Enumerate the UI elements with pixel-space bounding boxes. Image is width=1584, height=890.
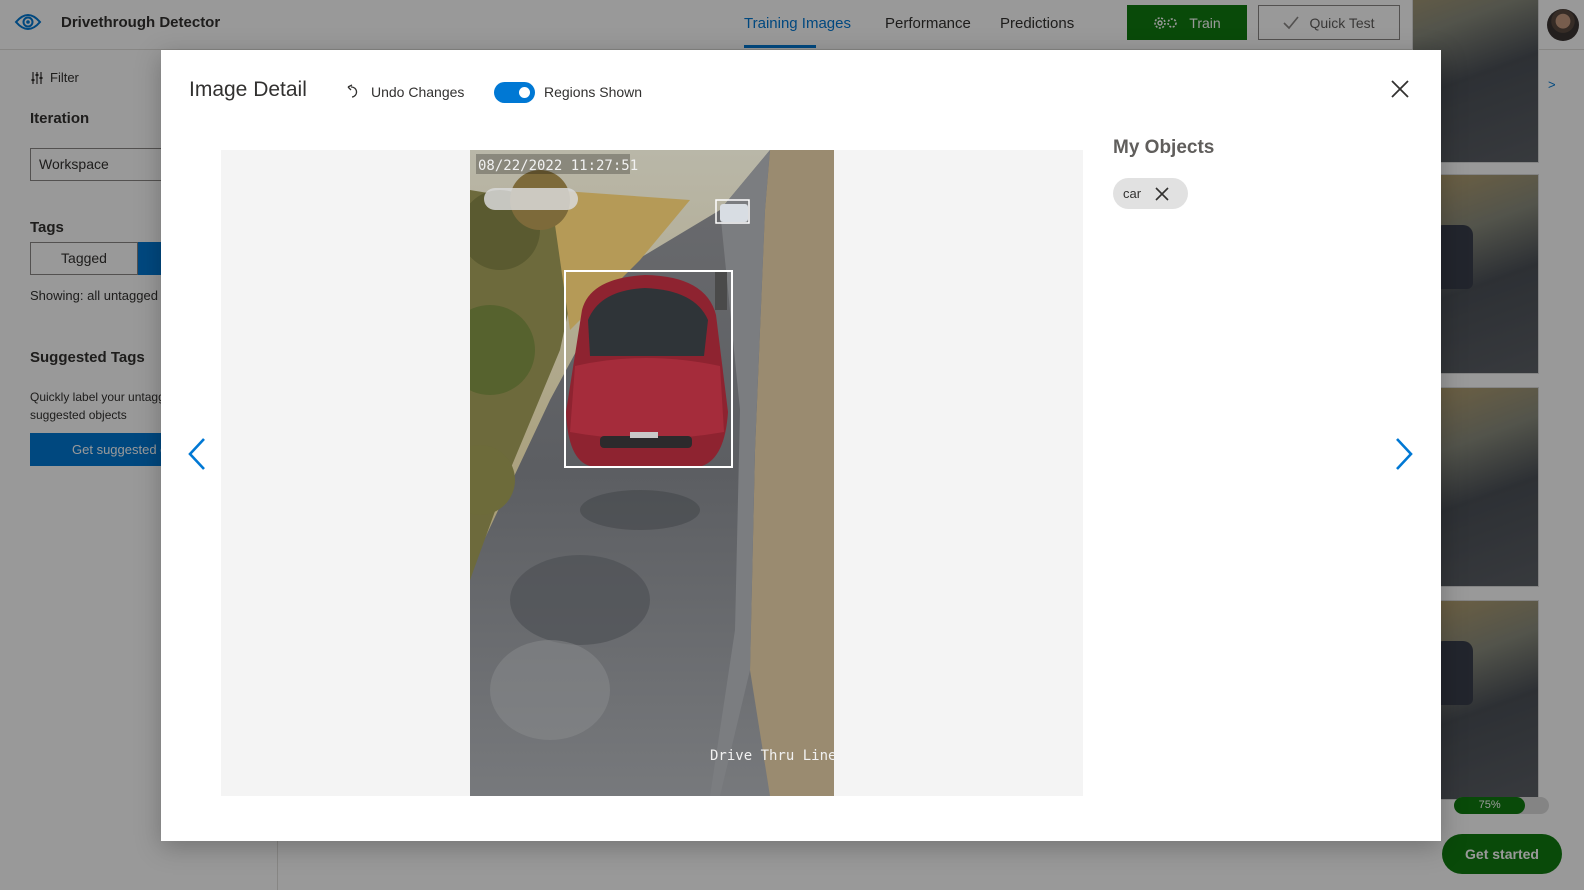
image-caption: Drive Thru Line: [710, 748, 834, 764]
next-image-arrow-icon[interactable]: [1394, 437, 1414, 471]
toggle-knob: [519, 87, 530, 98]
undo-label: Undo Changes: [371, 84, 465, 100]
regions-toggle[interactable]: [494, 82, 535, 103]
image-canvas: 08/22/2022 11:27:51 Drive Thru Line: [221, 150, 1083, 796]
dialog-title: Image Detail: [189, 78, 307, 101]
close-icon[interactable]: [1389, 78, 1411, 100]
regions-toggle-label: Regions Shown: [544, 84, 643, 100]
my-objects-heading: My Objects: [1113, 137, 1215, 158]
object-tag-label: car: [1123, 186, 1142, 201]
previous-image-arrow-icon[interactable]: [187, 437, 207, 471]
undo-icon: [347, 84, 358, 98]
undo-changes-button[interactable]: Undo Changes: [347, 84, 464, 100]
object-tag-chip[interactable]: car: [1113, 178, 1188, 209]
image-timestamp: 08/22/2022 11:27:51: [478, 158, 638, 174]
image-detail-dialog: Image Detail Undo Changes Regions Shown: [161, 50, 1441, 841]
remove-tag-icon[interactable]: [1155, 186, 1169, 201]
training-image[interactable]: 08/22/2022 11:27:51 Drive Thru Line: [470, 150, 834, 796]
